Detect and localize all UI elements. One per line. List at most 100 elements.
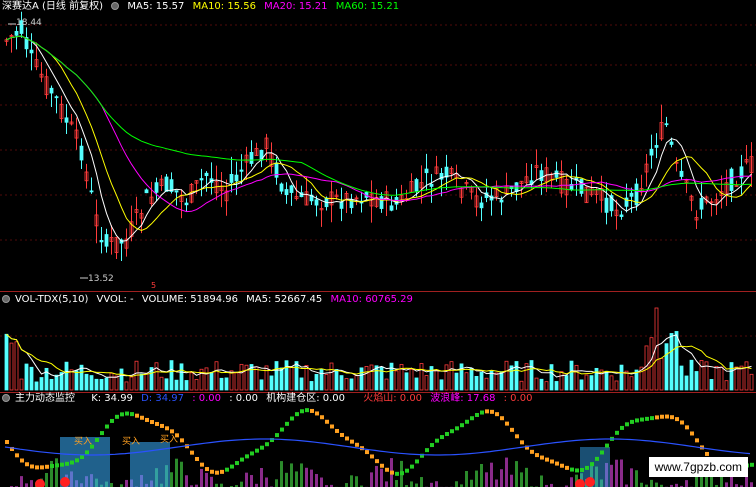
histogram-bar xyxy=(485,472,488,487)
candle-body xyxy=(314,199,319,206)
k-line-segment xyxy=(135,413,139,418)
k-line-segment xyxy=(85,450,89,455)
volume-bar xyxy=(489,370,494,391)
histogram-bar xyxy=(275,479,278,487)
histogram-bar xyxy=(395,480,398,487)
candle-body xyxy=(284,189,289,196)
buy-label: 买入 xyxy=(74,437,93,447)
volume-bar xyxy=(169,360,174,391)
volume-bar xyxy=(459,363,464,391)
histogram-bar xyxy=(210,476,213,487)
histogram-bar xyxy=(430,482,433,487)
volume-panel[interactable]: VOL-TDX(5,10) VVOL: - VOLUME: 51894.96 M… xyxy=(0,291,756,392)
ma60-line xyxy=(6,35,752,196)
k-line-segment xyxy=(695,438,699,443)
candle-body xyxy=(444,166,449,178)
k-line-segment xyxy=(210,469,214,474)
k-line-segment xyxy=(685,425,689,430)
volume-bar xyxy=(734,366,739,391)
k-line-segment xyxy=(140,415,144,420)
volume-bar xyxy=(609,375,614,391)
k-line-segment xyxy=(310,408,314,413)
k-line-segment xyxy=(205,467,209,472)
buy-label: 买入 xyxy=(122,437,141,447)
histogram-bar xyxy=(30,480,33,487)
k-line-segment xyxy=(380,463,384,468)
volume-chart[interactable] xyxy=(0,291,756,392)
price-panel[interactable]: 深赛达A (日线 前复权) MA5: 15.57 MA10: 15.56 MA2… xyxy=(0,0,756,291)
volume-bar xyxy=(589,375,594,391)
candle-body xyxy=(54,96,59,99)
volume-bar xyxy=(714,365,719,391)
volume-bar xyxy=(604,370,609,391)
volume-bar xyxy=(359,367,364,391)
indicator-chart[interactable] xyxy=(0,392,756,487)
k-line-segment xyxy=(40,465,44,470)
volume-bar xyxy=(659,358,664,391)
k-line-segment xyxy=(585,465,589,470)
volume-bar xyxy=(219,377,224,391)
histogram-bar xyxy=(305,467,308,487)
candle-body xyxy=(239,169,244,172)
ma20-readout: MA20: 15.21 xyxy=(264,1,328,12)
k-line-segment xyxy=(265,442,269,447)
k-line-segment xyxy=(295,412,299,417)
volume-bar xyxy=(664,343,669,391)
candle-body xyxy=(289,185,294,193)
candle-body xyxy=(604,197,609,213)
stock-title: 深赛达A (日线 前复权) xyxy=(2,1,104,12)
volume-bar xyxy=(559,371,564,391)
k-line-segment xyxy=(255,448,259,453)
histogram-bar xyxy=(410,481,413,487)
k-line-segment xyxy=(390,470,394,475)
k-line-segment xyxy=(645,416,649,421)
volume-bar xyxy=(144,372,149,391)
volume-bar xyxy=(234,372,239,391)
volume-bar xyxy=(524,363,529,391)
histogram-bar xyxy=(300,463,303,487)
candlestick-chart[interactable] xyxy=(0,0,756,291)
volume-bar xyxy=(649,337,654,391)
volume-bar xyxy=(409,369,414,391)
indicator-panel[interactable]: 主力动态监控 K: 34.99 D: 34.97 : 0.00 : 0.00 机… xyxy=(0,392,756,487)
candle-body xyxy=(199,178,204,181)
volume-bar xyxy=(484,377,489,391)
indicator-name: 主力动态监控 xyxy=(15,393,75,404)
settings-icon[interactable] xyxy=(2,394,10,402)
bolang-readout: 波浪峰: 17.68 xyxy=(430,393,496,404)
ma5-readout: MA5: 15.57 xyxy=(127,1,185,12)
volume-bar xyxy=(109,372,114,391)
histogram-bar xyxy=(630,468,633,487)
k-line-segment xyxy=(515,434,519,439)
k-line-segment xyxy=(490,409,494,414)
k-line-segment xyxy=(165,426,169,431)
histogram-bar xyxy=(620,459,623,487)
k-line-segment xyxy=(530,449,534,454)
candle-body xyxy=(174,190,179,193)
k-line-segment xyxy=(495,412,499,417)
volume-bar xyxy=(469,367,474,391)
settings-icon[interactable] xyxy=(111,2,120,10)
volume-bar xyxy=(314,374,319,391)
volume-bar xyxy=(334,369,339,391)
volume-bar xyxy=(239,363,244,391)
histogram-bar xyxy=(435,481,438,487)
histogram-bar xyxy=(500,469,503,487)
candle-body xyxy=(424,168,429,174)
ma20-line xyxy=(6,35,752,213)
settings-icon[interactable] xyxy=(2,295,10,303)
k-line-segment xyxy=(445,432,449,437)
volume-bar xyxy=(9,342,14,391)
volume-bar xyxy=(339,375,344,391)
histogram-bar xyxy=(290,463,293,487)
indicator-header: 主力动态监控 K: 34.99 D: 34.97 : 0.00 : 0.00 机… xyxy=(2,393,537,405)
candle-body xyxy=(389,205,394,211)
volume-bar xyxy=(224,377,229,391)
volume-header: VOL-TDX(5,10) VVOL: - VOLUME: 51894.96 M… xyxy=(2,294,418,306)
volume-bar xyxy=(324,374,329,391)
histogram-bar xyxy=(475,470,478,487)
histogram-bar xyxy=(415,483,418,487)
vvol-readout: VVOL: - xyxy=(96,294,134,305)
volume-bar xyxy=(724,380,729,391)
k-line-segment xyxy=(355,442,359,447)
